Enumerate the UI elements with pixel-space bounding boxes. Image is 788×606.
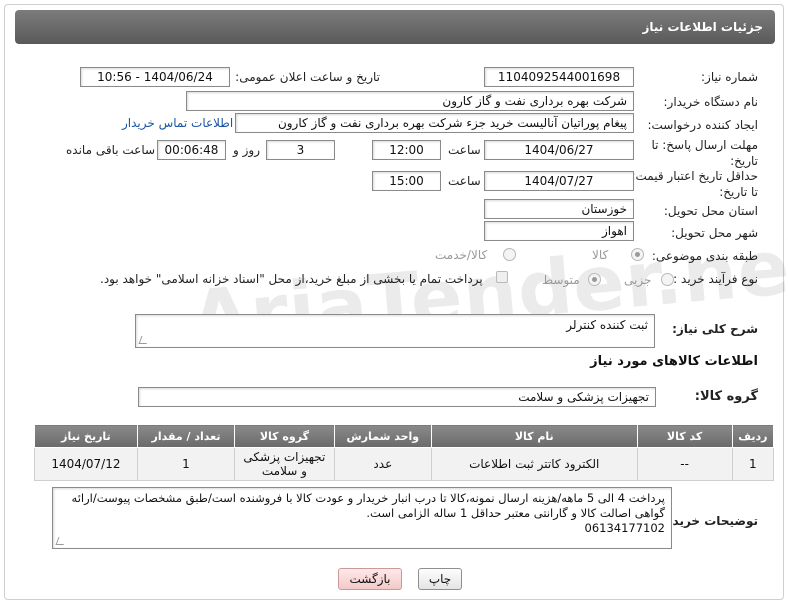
- price-validity-label: حداقل تاریخ اعتبار قیمت: تا تاریخ:: [631, 169, 758, 199]
- table-row: 1 -- الکترود کاتتر ثبت اطلاعات عدد تجهیز…: [34, 447, 775, 481]
- need-number-label: شماره نیاز:: [701, 70, 758, 84]
- goods-section-title: اطلاعات کالاهای مورد نیاز: [590, 354, 758, 369]
- price-validity-time-label: ساعت: [448, 174, 481, 188]
- cell-code: --: [636, 447, 733, 481]
- cell-name: الکترود کاتتر ثبت اطلاعات: [431, 447, 638, 481]
- reply-deadline-label: مهلت ارسال پاسخ: تا تاریخ:: [651, 138, 758, 168]
- category-goods-radio[interactable]: [631, 248, 644, 261]
- goods-table: ردیف کد کالا نام کالا واحد شمارش گروه کا…: [34, 424, 775, 481]
- process-minor-label: جزیی: [624, 273, 652, 287]
- col-row: ردیف: [731, 424, 775, 448]
- print-button[interactable]: چاپ: [418, 568, 462, 590]
- treasury-payment-note: پرداخت تمام یا بخشی از مبلغ خرید،از محل …: [100, 272, 483, 286]
- process-medium-radio[interactable]: [588, 273, 601, 286]
- buyer-notes-field: پرداخت 4 الی 5 ماهه/هزینه ارسال نمونه،کا…: [52, 487, 672, 549]
- reply-time-label: ساعت: [448, 143, 481, 157]
- remaining-time-field: 00:06:48: [157, 140, 226, 160]
- buyer-contact-link[interactable]: اطلاعات تماس خریدار: [122, 116, 233, 130]
- category-label: طبقه بندی موضوعی:: [651, 249, 758, 263]
- buyer-org-label: نام دستگاه خریدار:: [663, 95, 759, 109]
- treasury-payment-checkbox[interactable]: [496, 271, 508, 283]
- goods-table-header: ردیف کد کالا نام کالا واحد شمارش گروه کا…: [34, 424, 775, 448]
- reply-date-field: 1404/06/27: [484, 140, 634, 160]
- col-date: تاریخ نیاز: [34, 424, 138, 448]
- buyer-notes-line-1: پرداخت 4 الی 5 ماهه/هزینه ارسال نمونه،کا…: [71, 491, 665, 505]
- cell-unit: عدد: [333, 447, 433, 481]
- panel-title: جزئیات اطلاعات نیاز: [642, 20, 763, 34]
- price-validity-time-field: 15:00: [372, 171, 441, 191]
- province-label: استان محل تحویل:: [663, 204, 758, 218]
- process-medium-label: متوسط: [542, 273, 580, 287]
- cell-group: تجهیزات پزشکی و سلامت: [234, 447, 335, 481]
- requester-label: ایجاد کننده درخواست:: [647, 118, 758, 132]
- goods-group-field: تجهیزات پزشکی و سلامت: [138, 387, 656, 407]
- city-label: شهر محل تحویل:: [671, 226, 758, 240]
- need-description-label: شرح کلی نیاز:: [672, 322, 758, 336]
- col-group: گروه کالا: [234, 424, 335, 448]
- reply-time-field: 12:00: [372, 140, 441, 160]
- cell-date: 1404/07/12: [34, 447, 138, 481]
- price-validity-date-field: 1404/07/27: [484, 171, 634, 191]
- remaining-days-field: 3: [266, 140, 335, 160]
- city-field: اهواز: [484, 221, 634, 241]
- buyer-org-field: شرکت بهره برداری نفت و گاز کارون: [186, 91, 634, 111]
- province-field: خوزستان: [484, 199, 634, 219]
- resize-handle[interactable]: [55, 537, 67, 545]
- category-goods-service-label: کالا/خدمت: [435, 248, 488, 262]
- need-description-field: ثبت کننده کنترلر: [135, 314, 655, 348]
- cell-row: 1: [731, 447, 775, 481]
- need-number-field: 1104092544001698: [484, 67, 634, 87]
- cell-qty: 1: [136, 447, 236, 481]
- process-type-label: نوع فرآیند خرید :: [673, 272, 758, 286]
- resize-handle[interactable]: [138, 336, 150, 344]
- buyer-notes-line-3: 06134177102: [584, 521, 665, 535]
- col-qty: تعداد / مقدار: [136, 424, 236, 448]
- col-code: کد کالا: [636, 424, 733, 448]
- panel-header: جزئیات اطلاعات نیاز: [15, 10, 775, 44]
- remaining-days-label: روز و: [233, 143, 260, 157]
- remaining-time-label: ساعت باقی مانده: [66, 143, 156, 157]
- announce-datetime-label: تاریخ و ساعت اعلان عمومی:: [235, 70, 380, 84]
- process-minor-radio[interactable]: [661, 273, 674, 286]
- category-goods-service-radio[interactable]: [503, 248, 516, 261]
- requester-field: پیغام پوراتیان آنالیست خرید جزء شرکت بهر…: [235, 113, 634, 133]
- category-goods-label: کالا: [592, 248, 609, 262]
- announce-datetime-field: 1404/06/24 - 10:56: [80, 67, 230, 87]
- need-description-text: ثبت کننده کنترلر: [566, 318, 648, 332]
- back-button[interactable]: بازگشت: [338, 568, 402, 590]
- buyer-notes-line-2: گواهی اصالت کالا و گارانتی معتبر حداقل 1…: [366, 506, 665, 520]
- goods-group-label: گروه کالا:: [694, 389, 758, 404]
- col-unit: واحد شمارش: [333, 424, 433, 448]
- col-name: نام کالا: [431, 424, 638, 448]
